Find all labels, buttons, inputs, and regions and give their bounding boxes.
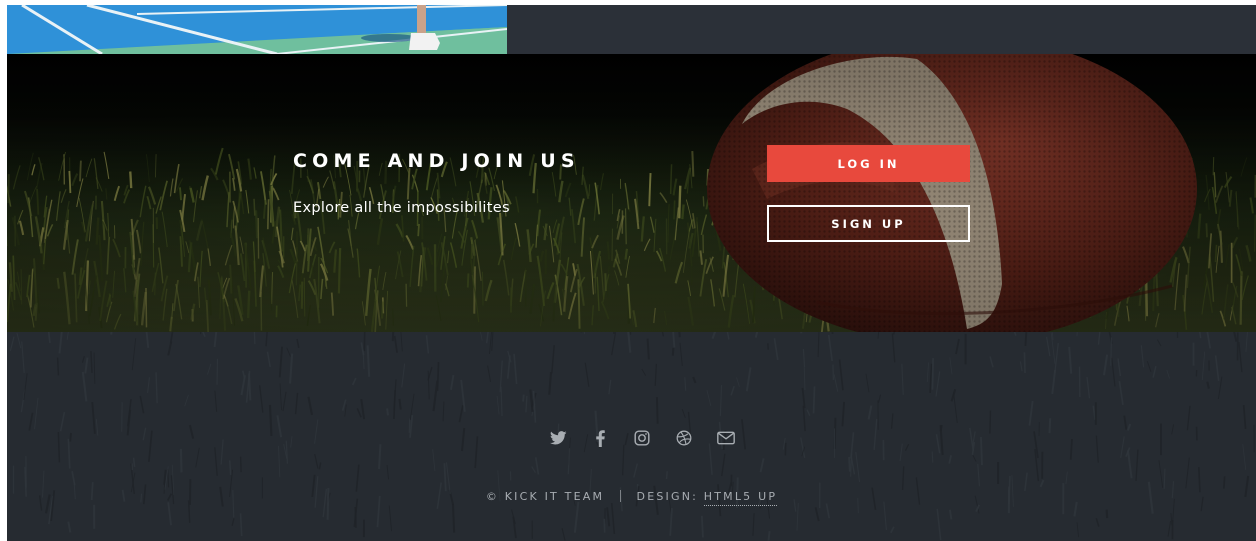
tennis-court-image: [7, 5, 507, 54]
instagram-icon: [634, 430, 650, 446]
page: COME AND JOIN US Explore all the impossi…: [7, 5, 1256, 541]
email-icon: [717, 431, 735, 445]
footer: © KICK IT TEAM DESIGN: HTML5 UP: [7, 332, 1256, 541]
section-subtitle: Explore all the impossibilites: [293, 200, 510, 216]
facebook-icon: [595, 429, 605, 447]
join-section: COME AND JOIN US Explore all the impossi…: [7, 54, 1256, 332]
signup-button[interactable]: SIGN UP: [767, 205, 970, 242]
section-title: COME AND JOIN US: [293, 150, 580, 172]
login-button[interactable]: LOG IN: [767, 145, 970, 182]
email-link[interactable]: [705, 426, 747, 450]
design-credit-link[interactable]: HTML5 UP: [703, 490, 778, 506]
facebook-link[interactable]: [579, 426, 621, 450]
dribbble-link[interactable]: [663, 426, 705, 450]
twitter-icon: [549, 431, 567, 445]
copyright: © KICK IT TEAM DESIGN: HTML5 UP: [7, 490, 1256, 506]
social-links: [537, 426, 747, 450]
instagram-link[interactable]: [621, 426, 663, 450]
top-banner: [7, 5, 1256, 54]
dribbble-icon: [676, 430, 692, 446]
separator: [619, 490, 621, 502]
twitter-link[interactable]: [537, 426, 579, 450]
copyright-text: © KICK IT TEAM: [485, 490, 605, 503]
design-label: DESIGN:: [636, 490, 699, 503]
